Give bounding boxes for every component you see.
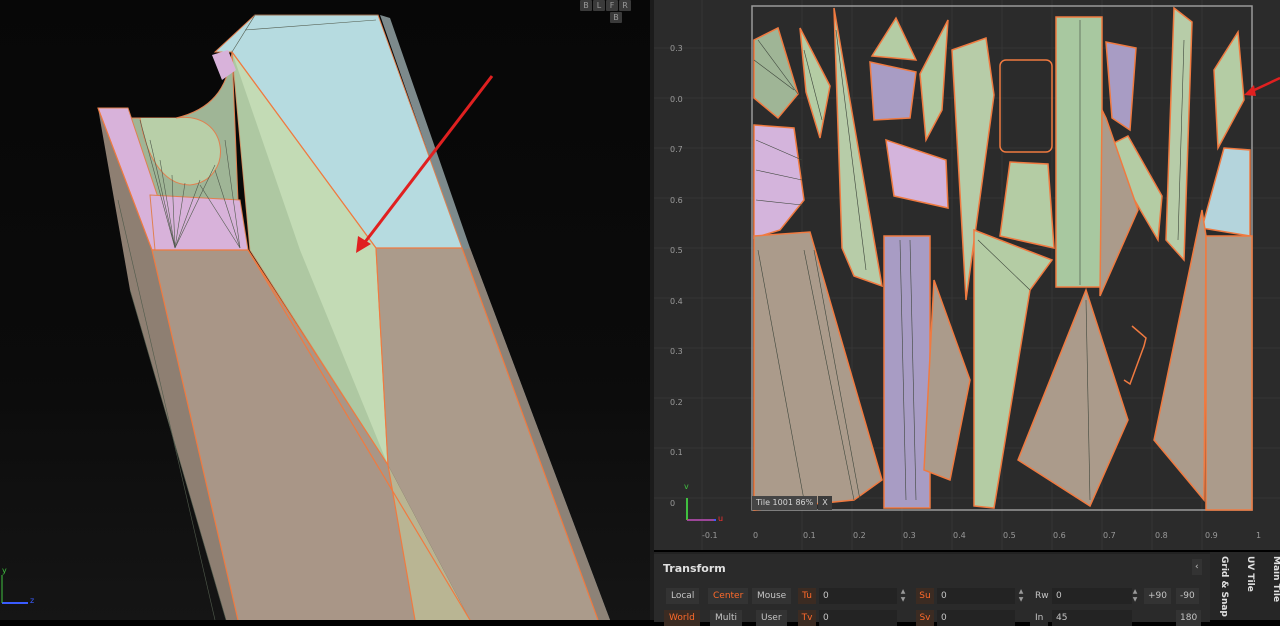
uv-x-tick: 1: [1256, 531, 1262, 540]
uv-island: [1105, 41, 1137, 132]
view-bottom-button[interactable]: B: [610, 12, 622, 23]
uv-x-tick: 0.2: [853, 531, 866, 540]
uv-island: [923, 279, 971, 482]
uv-y-tick: 0.6: [670, 196, 683, 205]
side-panel-tabs: Grid & Snap UV Tile Main Tile: [1210, 552, 1280, 620]
uv-x-tick: 0.7: [1103, 531, 1116, 540]
uv-island: [833, 7, 883, 288]
uv-x-tick: 0.3: [903, 531, 916, 540]
translate-u-stepper[interactable]: ▲ ▼: [898, 588, 908, 604]
uv-grid-canvas[interactable]: [654, 0, 1280, 550]
transform-panel: Transform ‹ Local Center Mouse Tu 0 ▲ ▼ S…: [654, 552, 1210, 626]
uv-island: [919, 19, 949, 143]
uv-x-tick: 0.1: [803, 531, 816, 540]
uv-island-ring: [999, 59, 1053, 153]
uv-y-tick: 0.2: [670, 398, 683, 407]
rotate-w-stepper[interactable]: ▲ ▼: [1130, 588, 1140, 604]
uv-x-tick: 0.4: [953, 531, 966, 540]
pivot-center-button[interactable]: Center: [708, 588, 749, 604]
scale-u-label: Su: [916, 588, 934, 604]
uv-island: [1201, 147, 1251, 237]
rotate-minus90-button[interactable]: -90: [1176, 588, 1199, 604]
scale-v-input[interactable]: 0: [937, 610, 1015, 626]
axis-y-label: y: [2, 566, 7, 575]
uv-island-bracket: [1123, 325, 1147, 386]
uv-gizmo-u-label: u: [718, 514, 724, 523]
view-front-button[interactable]: F: [606, 0, 618, 11]
view-back-button[interactable]: B: [580, 0, 592, 11]
uv-y-tick: 0.5: [670, 246, 683, 255]
space-world-button[interactable]: World: [664, 610, 700, 626]
uv-y-tick: 0.4: [670, 297, 683, 306]
translate-u-input[interactable]: 0: [819, 588, 897, 604]
uv-y-tick: 0.3: [670, 44, 683, 53]
rotate-increment-input[interactable]: 45: [1052, 610, 1132, 626]
uv-island: [1213, 29, 1245, 151]
tab-main-tile[interactable]: Main Tile: [1266, 556, 1280, 620]
uv-island: [1205, 235, 1253, 511]
pivot-mouse-button[interactable]: Mouse: [752, 588, 792, 604]
view-left-button[interactable]: L: [593, 0, 605, 11]
tab-grid-and-snap[interactable]: Grid & Snap: [1214, 556, 1234, 620]
pivot-user-button[interactable]: User: [756, 610, 787, 626]
uv-island: [1055, 16, 1103, 288]
uv-annotation-arrow-head: [1244, 85, 1256, 96]
uv-island: [999, 161, 1055, 249]
uv-x-tick: 0.9: [1205, 531, 1218, 540]
rotate-plus90-button[interactable]: +90: [1144, 588, 1171, 604]
uv-island: [869, 61, 917, 121]
axis-z-label: z: [30, 596, 35, 605]
uv-island: [870, 16, 918, 61]
rotate-w-label: Rw: [1030, 588, 1054, 604]
transform-collapse-button[interactable]: ‹: [1192, 559, 1202, 575]
uv-editor[interactable]: [654, 0, 1280, 550]
rotate-180-button[interactable]: 180: [1176, 610, 1202, 626]
transform-panel-title: Transform: [663, 562, 726, 575]
uv-x-tick: 0.5: [1003, 531, 1016, 540]
pivot-multi-button[interactable]: Multi: [710, 610, 742, 626]
uv-y-tick: 0.7: [670, 145, 683, 154]
uv-tile-close-button[interactable]: X: [818, 496, 832, 510]
scale-u-input[interactable]: 0: [937, 588, 1015, 604]
uv-y-tick: 0.3: [670, 347, 683, 356]
view-right-button[interactable]: R: [619, 0, 631, 11]
uv-tile-label: Tile 1001 86%: [752, 496, 818, 510]
uv-y-tick: 0.1: [670, 448, 683, 457]
mesh-render: [1, 14, 610, 620]
rotate-increment-label: In: [1030, 610, 1049, 626]
uv-island: [1099, 109, 1139, 297]
uv-y-tick: 0: [670, 499, 676, 508]
uv-gizmo-v-label: v: [684, 482, 689, 491]
uv-x-tick: 0.8: [1155, 531, 1168, 540]
translate-u-label: Tu: [798, 588, 816, 604]
uv-island: [753, 26, 799, 120]
uv-x-tick: -0.1: [702, 531, 718, 540]
scale-v-label: Sv: [916, 610, 934, 626]
space-local-button[interactable]: Local: [666, 588, 700, 604]
translate-v-input[interactable]: 0: [819, 610, 897, 626]
3d-viewport[interactable]: y z B L F R B: [0, 0, 650, 620]
uv-y-tick: 0.0: [670, 95, 683, 104]
translate-v-label: Tv: [798, 610, 816, 626]
uv-island: [1165, 6, 1193, 262]
uv-x-tick: 0.6: [1053, 531, 1066, 540]
scale-u-stepper[interactable]: ▲ ▼: [1016, 588, 1026, 604]
uv-island: [753, 124, 805, 240]
tab-uv-tile[interactable]: UV Tile: [1240, 556, 1260, 620]
uv-island: [799, 27, 831, 139]
rotate-w-input[interactable]: 0: [1052, 588, 1132, 604]
uv-island: [883, 235, 931, 509]
uv-x-tick: 0: [753, 531, 759, 540]
